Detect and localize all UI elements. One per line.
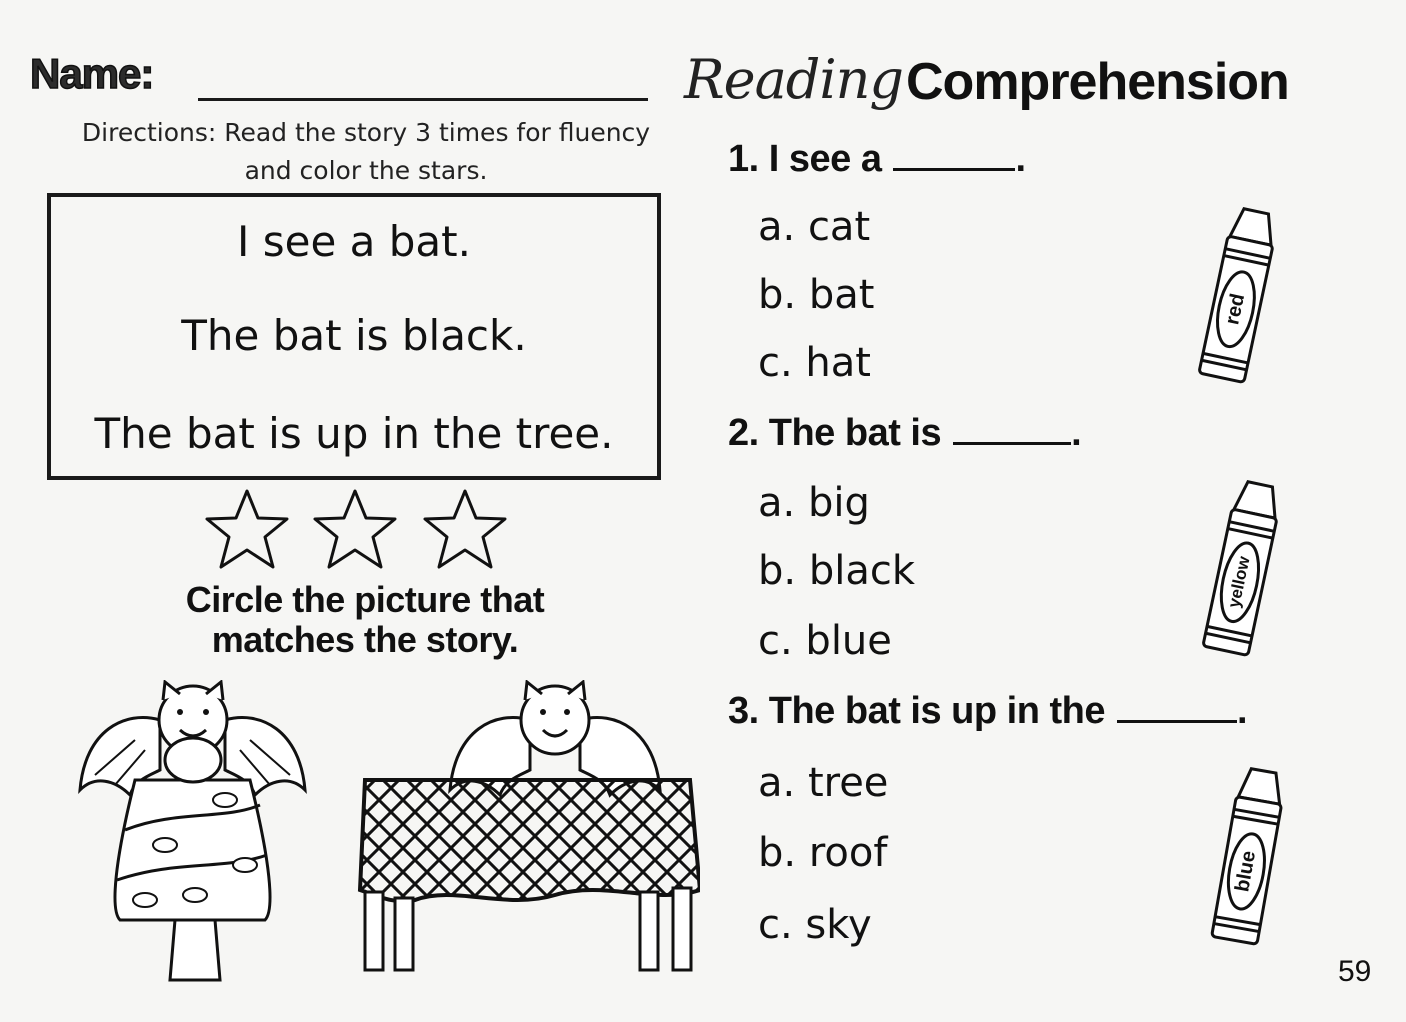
question-3: 3. The bat is up in the. bbox=[728, 690, 1248, 733]
directions: Directions: Read the story 3 times for f… bbox=[48, 114, 684, 190]
fluency-stars bbox=[205, 489, 507, 569]
q3-option-b[interactable]: b. roof bbox=[758, 830, 887, 876]
q3-option-a[interactable]: a. tree bbox=[758, 760, 888, 806]
answer-blank-1[interactable] bbox=[893, 168, 1016, 171]
bat-in-tree-picture[interactable] bbox=[75, 680, 310, 990]
question-2: 2. The bat is. bbox=[728, 412, 1082, 455]
q1-option-c[interactable]: c. hat bbox=[758, 340, 871, 386]
question-3-prompt: 3. The bat is up in the bbox=[728, 690, 1105, 732]
circle-instruction-line-1: Circle the picture that bbox=[185, 579, 545, 620]
q2-option-a[interactable]: a. big bbox=[758, 480, 870, 526]
name-label: Name: bbox=[29, 49, 155, 98]
crayon-icon: red bbox=[1198, 207, 1274, 384]
q1-option-a[interactable]: a. cat bbox=[758, 204, 870, 250]
star-icon[interactable] bbox=[205, 489, 289, 569]
directions-line-1: Directions: Read the story 3 times for f… bbox=[81, 118, 651, 147]
story-line-1: I see a bat. bbox=[237, 217, 471, 266]
question-1-end: . bbox=[1015, 138, 1026, 180]
q2-option-b[interactable]: b. black bbox=[758, 548, 915, 594]
crayon-icon: yellow bbox=[1202, 480, 1278, 657]
answer-blank-3[interactable] bbox=[1116, 720, 1237, 723]
question-2-prompt: 2. The bat is bbox=[728, 412, 942, 454]
story-line-3: The bat is up in the tree. bbox=[94, 409, 614, 458]
bat-on-table-picture[interactable] bbox=[355, 680, 700, 975]
question-1: 1. I see a. bbox=[728, 138, 1026, 181]
directions-line-2: and color the stars. bbox=[244, 156, 488, 185]
story-line-2: The bat is black. bbox=[181, 311, 527, 360]
answer-blank-2[interactable] bbox=[953, 442, 1072, 445]
name-write-line[interactable] bbox=[198, 98, 648, 101]
crayon-icon: blue bbox=[1210, 767, 1283, 946]
question-2-end: . bbox=[1071, 412, 1082, 454]
star-icon[interactable] bbox=[313, 489, 397, 569]
circle-instruction-line-2: matches the story. bbox=[211, 619, 519, 660]
circle-instruction: Circle the picture that matches the stor… bbox=[100, 580, 630, 660]
question-1-prompt: 1. I see a bbox=[728, 138, 882, 180]
q1-option-b[interactable]: b. bat bbox=[758, 272, 874, 318]
page-number: 59 bbox=[1338, 955, 1372, 988]
star-icon[interactable] bbox=[423, 489, 507, 569]
question-3-end: . bbox=[1236, 690, 1248, 732]
title-reading: Reading bbox=[684, 48, 904, 111]
title-comprehension: Comprehension bbox=[906, 53, 1290, 111]
story-box: I see a bat. The bat is black. The bat i… bbox=[47, 193, 661, 480]
q3-option-c[interactable]: c. sky bbox=[758, 902, 872, 948]
q2-option-c[interactable]: c. blue bbox=[758, 618, 892, 664]
